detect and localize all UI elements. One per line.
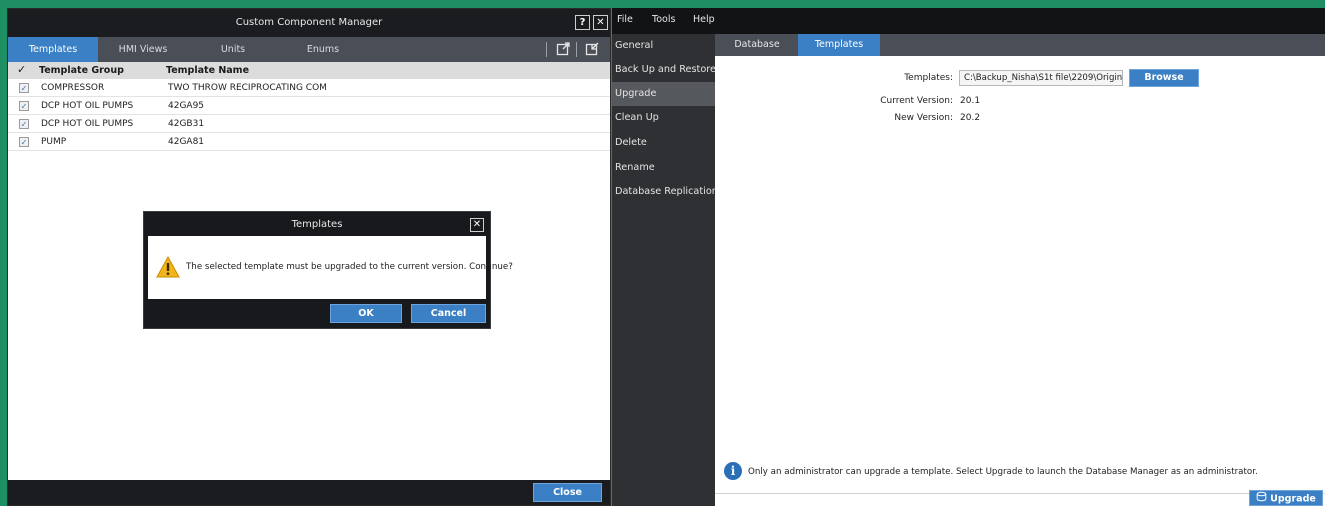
sidebar-item-delete[interactable]: Delete <box>612 131 715 155</box>
sidebar-item-rename[interactable]: Rename <box>612 156 715 180</box>
menu-bar: File Tools Help <box>612 8 1325 34</box>
sidebar-item-clean-up[interactable]: Clean Up <box>612 106 715 130</box>
tab-separator <box>546 42 547 57</box>
row-checkbox[interactable]: ✓ <box>19 83 29 93</box>
upgrade-button-label: Upgrade <box>1270 493 1316 505</box>
sidebar-item-general[interactable]: General <box>612 34 715 58</box>
cell-template-group: DCP HOT OIL PUMPS <box>41 119 134 129</box>
window-footer: Close <box>8 480 610 505</box>
sidebar-item-back-up-and-restore[interactable]: Back Up and Restore <box>612 58 716 82</box>
ok-button[interactable]: OK <box>330 304 402 323</box>
table-row[interactable]: ✓ COMPRESSOR TWO THROW RECIPROCATING COM <box>8 79 610 97</box>
tab-templates[interactable]: Templates <box>8 37 98 62</box>
row-checkbox[interactable]: ✓ <box>19 101 29 111</box>
tab-separator <box>576 42 577 57</box>
upgrade-panel: Templates: C:\Backup_Nisha\S1t file\2209… <box>715 56 1325 494</box>
tab-enums[interactable]: Enums <box>278 37 368 62</box>
tab-hmi-views[interactable]: HMI Views <box>98 37 188 62</box>
cell-template-name: 42GA81 <box>168 137 205 147</box>
dialog-message: The selected template must be upgraded t… <box>186 262 513 272</box>
info-message: Only an administrator can upgrade a temp… <box>748 467 1258 477</box>
templates-label: Templates: <box>904 73 953 83</box>
row-checkbox[interactable]: ✓ <box>19 137 29 147</box>
templates-path-input[interactable]: C:\Backup_Nisha\S1t file\2209\Origina <box>959 70 1123 86</box>
tab-database[interactable]: Database <box>716 34 798 56</box>
window-titlebar: Custom Component Manager ? ✕ <box>8 9 610 37</box>
tab-bar: Templates HMI Views Units Enums <box>8 37 610 62</box>
table-row[interactable]: ✓ DCP HOT OIL PUMPS 42GB31 <box>8 115 610 133</box>
database-manager-window: File Tools Help General Back Up and Rest… <box>612 8 1325 506</box>
tab-templates[interactable]: Templates <box>798 34 880 56</box>
info-icon: i <box>724 462 742 480</box>
cell-template-group: PUMP <box>41 137 67 147</box>
warning-icon <box>156 255 180 278</box>
content-tab-bar: Database Templates <box>715 34 1325 56</box>
column-header-template-group[interactable]: Template Group <box>39 65 124 76</box>
sidebar-item-database-replication[interactable]: Database Replication <box>612 180 718 204</box>
help-button[interactable]: ? <box>575 15 590 30</box>
current-version-value: 20.1 <box>960 96 981 106</box>
menu-help[interactable]: Help <box>693 14 715 25</box>
dialog-title: Templates <box>291 219 343 230</box>
new-version-label: New Version: <box>894 113 953 123</box>
upgrade-button[interactable]: Upgrade <box>1249 490 1323 506</box>
menu-tools[interactable]: Tools <box>652 14 675 25</box>
cell-template-name: TWO THROW RECIPROCATING COM <box>168 83 327 93</box>
browse-button[interactable]: Browse <box>1129 69 1199 87</box>
grid-header: ✓ Template Group Template Name <box>8 62 610 79</box>
cell-template-group: COMPRESSOR <box>41 83 105 93</box>
custom-component-manager-window: Custom Component Manager ? ✕ Templates H… <box>7 8 611 506</box>
new-version-value: 20.2 <box>960 113 981 123</box>
tab-units[interactable]: Units <box>188 37 278 62</box>
cell-template-name: 42GB31 <box>168 119 205 129</box>
dialog-body: The selected template must be upgraded t… <box>148 236 513 299</box>
table-row[interactable]: ✓ PUMP 42GA81 <box>8 133 610 151</box>
column-header-template-name[interactable]: Template Name <box>166 65 249 76</box>
export-icon[interactable] <box>555 41 572 58</box>
select-all-checkmark[interactable]: ✓ <box>17 63 26 76</box>
cell-template-group: DCP HOT OIL PUMPS <box>41 101 134 111</box>
cancel-button[interactable]: Cancel <box>411 304 486 323</box>
window-close-button[interactable]: ✕ <box>593 15 608 30</box>
table-row[interactable]: ✓ DCP HOT OIL PUMPS 42GA95 <box>8 97 610 115</box>
menu-file[interactable]: File <box>617 14 633 25</box>
row-checkbox[interactable]: ✓ <box>19 119 29 129</box>
sidebar-item-upgrade[interactable]: Upgrade <box>612 82 715 106</box>
upgrade-icon <box>1256 491 1267 506</box>
current-version-label: Current Version: <box>880 96 953 106</box>
dialog-close-button[interactable]: ✕ <box>470 218 484 232</box>
close-button[interactable]: Close <box>533 483 602 502</box>
cell-template-name: 42GA95 <box>168 101 205 111</box>
action-bar: Upgrade <box>715 490 1325 506</box>
import-icon[interactable] <box>584 41 601 58</box>
desktop: Custom Component Manager ? ✕ Templates H… <box>0 0 1325 506</box>
templates-dialog: Templates ✕ The selected template must b… <box>143 211 513 329</box>
window-title: Custom Component Manager <box>235 17 383 28</box>
sidebar: General Back Up and Restore Upgrade Clea… <box>612 34 718 506</box>
